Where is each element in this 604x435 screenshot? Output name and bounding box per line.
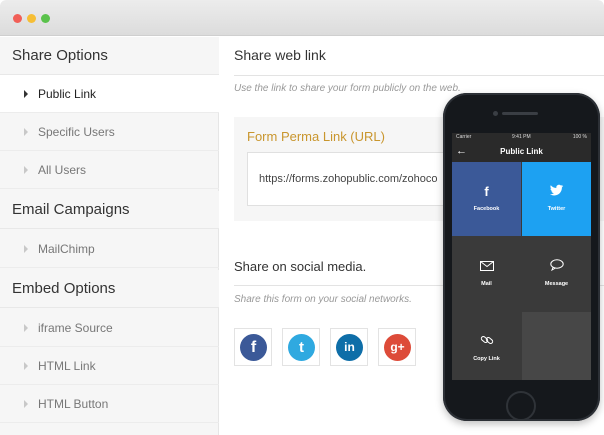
tile-label: Mail [481, 281, 492, 287]
title-bar [0, 0, 604, 36]
social-hint: Share this form on your social networks. [234, 294, 412, 305]
sidebar-item-label: HTML Button [38, 397, 109, 411]
phone-tile-facebook[interactable]: f Facebook [452, 162, 521, 236]
section-email-campaigns: Email Campaigns [0, 191, 219, 229]
carrier-label: Carrier [456, 134, 472, 140]
link-icon [452, 334, 521, 349]
linkedin-icon: in [336, 334, 363, 361]
facebook-icon: f [484, 184, 489, 199]
twitter-share-button[interactable]: t [282, 328, 320, 366]
section-share-options: Share Options [0, 37, 219, 75]
facebook-share-button[interactable]: f [234, 328, 272, 366]
sidebar-item-iframe-source[interactable]: iframe Source [0, 309, 219, 347]
linkedin-share-button[interactable]: in [330, 328, 368, 366]
caret-right-icon [24, 400, 28, 408]
sidebar-item-label: MailChimp [38, 242, 95, 256]
tile-label: Twitter [547, 206, 566, 212]
chat-bubble-icon [522, 259, 591, 274]
caret-right-icon [24, 166, 28, 174]
camera-icon [493, 111, 498, 116]
web-link-hint: Use the link to share your form publicly… [234, 83, 461, 94]
caret-right-icon [24, 90, 28, 98]
caret-right-icon [24, 245, 28, 253]
caret-right-icon [24, 324, 28, 332]
sidebar-item-label: iframe Source [38, 321, 113, 335]
sidebar-item-mailchimp[interactable]: MailChimp [0, 230, 219, 268]
app-window: Share Options Public Link Specific Users… [0, 0, 604, 435]
sidebar-item-html-button[interactable]: HTML Button [0, 385, 219, 423]
google-plus-icon: g+ [384, 334, 411, 361]
sidebar-item-label: Public Link [38, 87, 97, 101]
sidebar-item-html-link[interactable]: HTML Link [0, 347, 219, 385]
twitter-bird-icon [522, 184, 591, 199]
phone-tile-message[interactable]: Message [522, 237, 591, 311]
sidebar: Share Options Public Link Specific Users… [0, 37, 219, 435]
phone-status-bar: Carrier 9:41 PM 100 % [452, 133, 591, 141]
phone-tile-mail[interactable]: Mail [452, 237, 521, 311]
divider [234, 75, 604, 76]
tile-label: Message [544, 281, 569, 287]
back-arrow-icon[interactable]: ← [456, 141, 467, 162]
minimize-window-button[interactable] [27, 14, 36, 23]
tile-label: Facebook [473, 206, 500, 212]
page-title: Share web link [234, 47, 326, 63]
phone-tile-twitter[interactable]: Twitter [522, 162, 591, 236]
phone-app-bar: ← Public Link [452, 141, 591, 162]
speaker-grille [502, 112, 538, 115]
envelope-icon [452, 259, 521, 274]
sidebar-item-label: Specific Users [38, 125, 115, 139]
caret-right-icon [24, 128, 28, 136]
home-button[interactable] [506, 391, 536, 421]
caret-right-icon [24, 362, 28, 370]
close-window-button[interactable] [13, 14, 22, 23]
sidebar-item-all-users[interactable]: All Users [0, 151, 219, 189]
maximize-window-button[interactable] [41, 14, 50, 23]
perma-link-label: Form Perma Link (URL) [247, 129, 385, 144]
phone-tile-copy-link[interactable]: Copy Link [452, 312, 521, 380]
google-plus-share-button[interactable]: g+ [378, 328, 416, 366]
clock-label: 9:41 PM [512, 134, 531, 140]
sidebar-item-label: All Users [38, 163, 87, 177]
twitter-icon: t [288, 334, 315, 361]
facebook-icon: f [240, 334, 267, 361]
phone-app-title: Public Link [500, 147, 543, 156]
social-section-title: Share on social media. [234, 259, 367, 274]
battery-label: 100 % [572, 134, 587, 140]
phone-screen: Carrier 9:41 PM 100 % ← Public Link f Fa… [452, 133, 591, 380]
sidebar-item-label: HTML Link [38, 359, 96, 373]
section-embed-options: Embed Options [0, 270, 219, 308]
phone-mockup: Carrier 9:41 PM 100 % ← Public Link f Fa… [443, 93, 600, 421]
tile-label: Copy Link [473, 356, 500, 362]
sidebar-item-specific-users[interactable]: Specific Users [0, 113, 219, 151]
sidebar-item-public-link[interactable]: Public Link [0, 75, 219, 113]
phone-tile-empty [522, 312, 591, 380]
